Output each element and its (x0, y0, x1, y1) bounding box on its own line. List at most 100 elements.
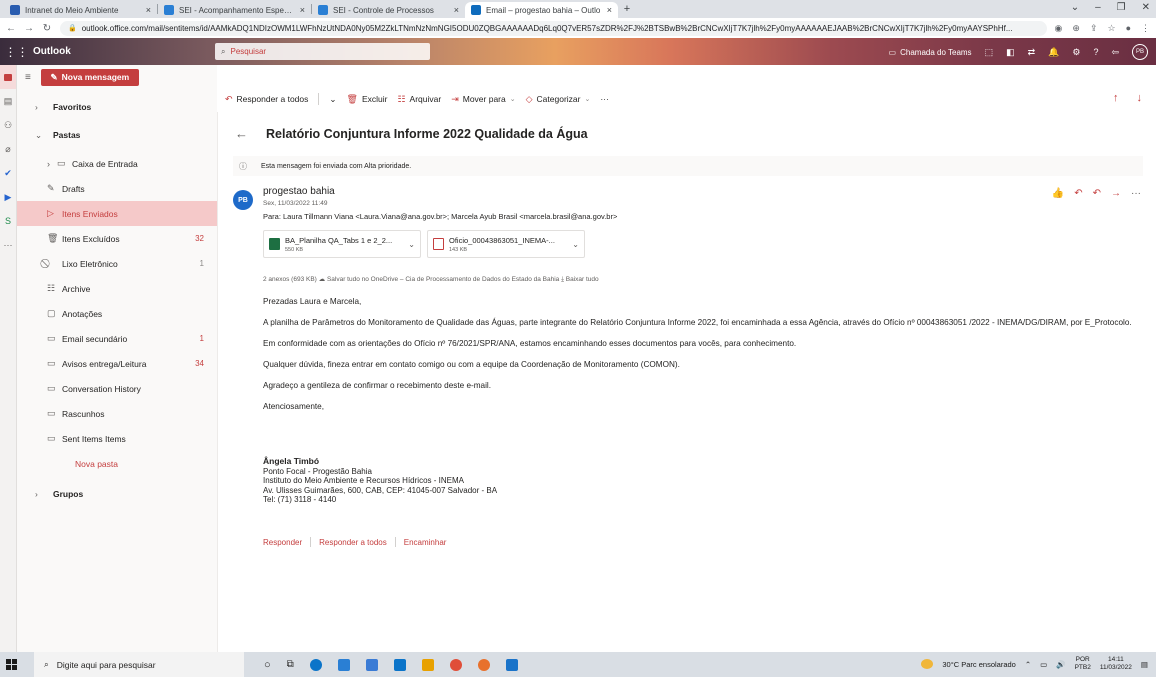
tab-close-icon[interactable]: × (146, 5, 151, 15)
onenote-icon[interactable]: ◧ (1006, 47, 1015, 58)
taskbar-search[interactable]: ⌕ Digite aqui para pesquisar (34, 652, 244, 677)
chevron-down-icon[interactable]: ⌄ (572, 240, 579, 249)
folder-deleted-items[interactable]: 🗑 Itens Excluídos 32 (17, 226, 217, 251)
attach-app-icon[interactable]: ⌀ (0, 137, 16, 161)
browser-tab-outlook[interactable]: Email – progestao bahia – Outlo × (465, 2, 618, 18)
attachment-card[interactable]: Oficio_00043863051_INEMA-... 143 KB ⌄ (427, 230, 585, 258)
notification-center-icon[interactable]: ▤ (1141, 660, 1148, 669)
reply-icon[interactable]: ↶ (1074, 188, 1082, 199)
network-icon[interactable]: ▭ (1040, 660, 1047, 669)
task-view-icon[interactable]: ⧉ (287, 659, 294, 670)
maximize-button[interactable]: ❐ (1117, 2, 1126, 13)
tab-search-icon[interactable]: ⌄ (1071, 2, 1079, 13)
folder-notes[interactable]: ▢ Anotações (17, 301, 217, 326)
forward-icon[interactable]: → (1111, 188, 1121, 199)
new-message-button[interactable]: ✎ Nova mensagem (40, 68, 139, 86)
cortana-icon[interactable]: ○ (264, 659, 271, 671)
folder-inbox[interactable]: › ▭ Caixa de Entrada (17, 151, 217, 176)
calendar-app-icon[interactable]: ▤ (0, 89, 16, 113)
windows-start-icon[interactable] (6, 659, 26, 670)
delete-command[interactable]: 🗑 Excluir (347, 94, 388, 105)
search-box[interactable]: ⌕ Pesquisar (215, 43, 430, 60)
more-commands-button[interactable]: ··· (600, 94, 609, 104)
attachment-card[interactable]: BA_Planilha QA_Tabs 1 e 2_2... 550 KB ⌄ (263, 230, 421, 258)
folders-section[interactable]: ⌄ Pastas (17, 123, 217, 147)
tab-close-icon[interactable]: × (607, 5, 612, 15)
tray-chevron-up-icon[interactable]: ⌃ (1025, 660, 1031, 669)
more-apps-icon[interactable]: ··· (0, 233, 16, 257)
todo-app-icon[interactable]: ✔ (0, 161, 16, 185)
my-day-icon[interactable]: ⇄ (1028, 47, 1036, 58)
next-message-arrow-icon[interactable]: ↓ (1137, 92, 1143, 104)
reload-icon[interactable]: ↻ (42, 23, 52, 34)
forward-link[interactable]: Encaminhar (404, 538, 447, 547)
tab-close-icon[interactable]: × (454, 5, 459, 15)
notifications-bell-icon[interactable]: 🔔 (1048, 47, 1059, 58)
weather-text[interactable]: 30°C Parc ensolarado (942, 660, 1015, 669)
profile-icon[interactable]: ● (1126, 23, 1131, 34)
attachments-meta[interactable]: 2 anexos (693 KB) ☁ Salvar tudo no OneDr… (263, 275, 599, 284)
folder-rascunhos[interactable]: ▭ Rascunhos (17, 401, 217, 426)
edge-icon[interactable] (309, 658, 322, 671)
chevron-down-icon[interactable]: ⌄ (329, 94, 336, 105)
bookmark-star-icon[interactable]: ☆ (1107, 23, 1115, 34)
settings-gear-icon[interactable]: ⚙ (1072, 47, 1080, 58)
close-window-button[interactable]: ✕ (1142, 2, 1150, 13)
previous-message-arrow-icon[interactable]: ↑ (1113, 92, 1119, 104)
sei-app-icon[interactable] (365, 658, 378, 671)
folder-junk[interactable]: ⃠ Lixo Eletrônico 1 (17, 251, 217, 276)
like-icon[interactable]: 👍 (1052, 188, 1064, 199)
reply-all-icon[interactable]: ↶ (1093, 188, 1101, 199)
sender-avatar[interactable]: PB (233, 190, 253, 210)
people-app-icon[interactable]: ⚇ (0, 113, 16, 137)
reply-all-link[interactable]: Responder a todos (319, 538, 387, 547)
chrome-icon[interactable] (477, 658, 490, 671)
hamburger-menu-icon[interactable]: ≡ (25, 72, 31, 83)
move-to-command[interactable]: ⇥ Mover para ⌄ (451, 94, 515, 105)
chevron-down-icon[interactable]: ⌄ (408, 240, 415, 249)
share-icon[interactable]: ⇪ (1090, 23, 1098, 34)
minimize-button[interactable]: – (1095, 2, 1101, 13)
help-icon[interactable]: ? (1093, 47, 1098, 57)
google-lens-icon[interactable]: ⊕ (1072, 23, 1080, 34)
feedback-icon[interactable]: ⇦ (1111, 47, 1119, 58)
archive-command[interactable]: ☷ Arquivar (397, 94, 441, 105)
firefox-icon[interactable] (449, 658, 462, 671)
browser-tab-intranet[interactable]: Intranet do Meio Ambiente × (4, 2, 157, 18)
screenshot-app-icon[interactable] (505, 658, 518, 671)
tab-close-icon[interactable]: × (300, 5, 305, 15)
browser-tab-sei-controle[interactable]: SEI - Controle de Processos × (312, 2, 465, 18)
app-launcher-icon[interactable]: ⋮⋮ (0, 45, 33, 59)
forward-arrow-icon[interactable]: → (24, 23, 34, 34)
browser-tab-sei-acompanhamento[interactable]: SEI - Acompanhamento Especial × (158, 2, 311, 18)
clock[interactable]: 14:11 11/03/2022 (1100, 656, 1132, 672)
folder-drafts[interactable]: ✎ Drafts (17, 176, 217, 201)
user-avatar[interactable]: PB (1132, 44, 1148, 60)
teams-call-button[interactable]: ▭ Chamada do Teams (889, 48, 972, 57)
menu-dots-icon[interactable]: ⋮ (1141, 23, 1150, 34)
folder-email-secundario[interactable]: ▭ Email secundário 1 (17, 326, 217, 351)
new-folder-link[interactable]: Nova pasta (17, 451, 217, 476)
mail-app-icon[interactable] (0, 65, 16, 89)
sway-app-icon[interactable]: S (0, 209, 16, 233)
categorize-command[interactable]: ◇ Categorizar ⌄ (526, 94, 591, 105)
favorites-section[interactable]: › Favoritos (17, 95, 217, 119)
volume-icon[interactable]: 🔊 (1056, 660, 1065, 669)
teams-app-icon[interactable]: ▶ (0, 185, 16, 209)
folder-sent-items[interactable]: ▷ Itens Enviados (17, 201, 217, 226)
more-actions-icon[interactable]: ··· (1131, 188, 1141, 199)
language-indicator[interactable]: POR PTB2 (1075, 656, 1091, 672)
mail-app-icon[interactable] (393, 658, 406, 671)
outlook-brand[interactable]: Outlook (33, 46, 213, 57)
reply-all-command[interactable]: ↶ Responder a todos (225, 94, 308, 105)
file-explorer-icon[interactable] (421, 658, 434, 671)
folder-conversation-history[interactable]: ▭ Conversation History (17, 376, 217, 401)
extension-icon[interactable]: ◉ (1055, 23, 1063, 34)
folder-avisos[interactable]: ▭ Avisos entrega/Leitura 34 (17, 351, 217, 376)
sender-name[interactable]: progestao bahia (263, 186, 335, 197)
groups-section[interactable]: › Grupos (17, 482, 217, 506)
meet-now-icon[interactable]: ⬚ (985, 47, 994, 58)
new-tab-button[interactable]: + (618, 3, 636, 15)
folder-sent-items-items[interactable]: ▭ Sent Items Items (17, 426, 217, 451)
reply-link[interactable]: Responder (263, 538, 302, 547)
